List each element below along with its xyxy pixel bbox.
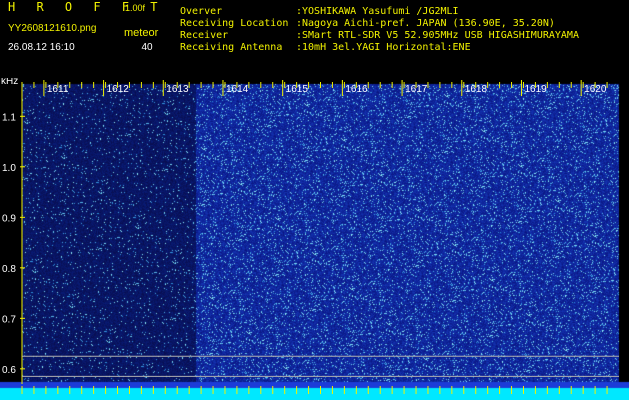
antenna-value: :10mH 3el.YAGI Horizontal:ENE: [296, 42, 471, 53]
location-value: :Nagoya Aichi-pref. JAPAN (136.90E, 35.2…: [296, 18, 555, 29]
receiver-value: :SMart RTL-SDR V5 52.905MHz USB HIGASHIM…: [296, 30, 579, 41]
observer-key: Overver: [180, 6, 223, 17]
meteor-label: meteor: [124, 27, 159, 39]
y-tick-label-1: 1.0: [2, 163, 16, 174]
y-tick-label-4: 0.7: [2, 314, 16, 325]
observer-value: :YOSHIKAWA Yasufumi /JG2MLI: [296, 6, 459, 17]
y-tick-label-5: 0.6: [2, 365, 16, 376]
receiver-key: Receiver: [180, 30, 229, 41]
image-filename: YY2608121610.png: [8, 23, 97, 34]
timestamp: 26.08.12 16:10: [8, 42, 75, 53]
y-tick-label-0: 1.1: [2, 112, 16, 123]
spectrogram-axes: kHz1.11.00.90.80.70.61611 1612 1613 1614 161…: [1, 78, 619, 394]
meteor-count: 40: [141, 42, 153, 53]
antenna-key: Receiving Antenna: [180, 42, 283, 53]
header-panel: H R O F F T 1.00f YY2608121610.png 26.08…: [0, 0, 629, 78]
app-version: 1.00f: [125, 3, 146, 13]
y-tick-label-2: 0.9: [2, 213, 16, 224]
y-tick-label-3: 0.8: [2, 264, 16, 275]
y-unit-label: kHz: [1, 78, 18, 87]
location-key: Receiving Location: [180, 18, 289, 29]
